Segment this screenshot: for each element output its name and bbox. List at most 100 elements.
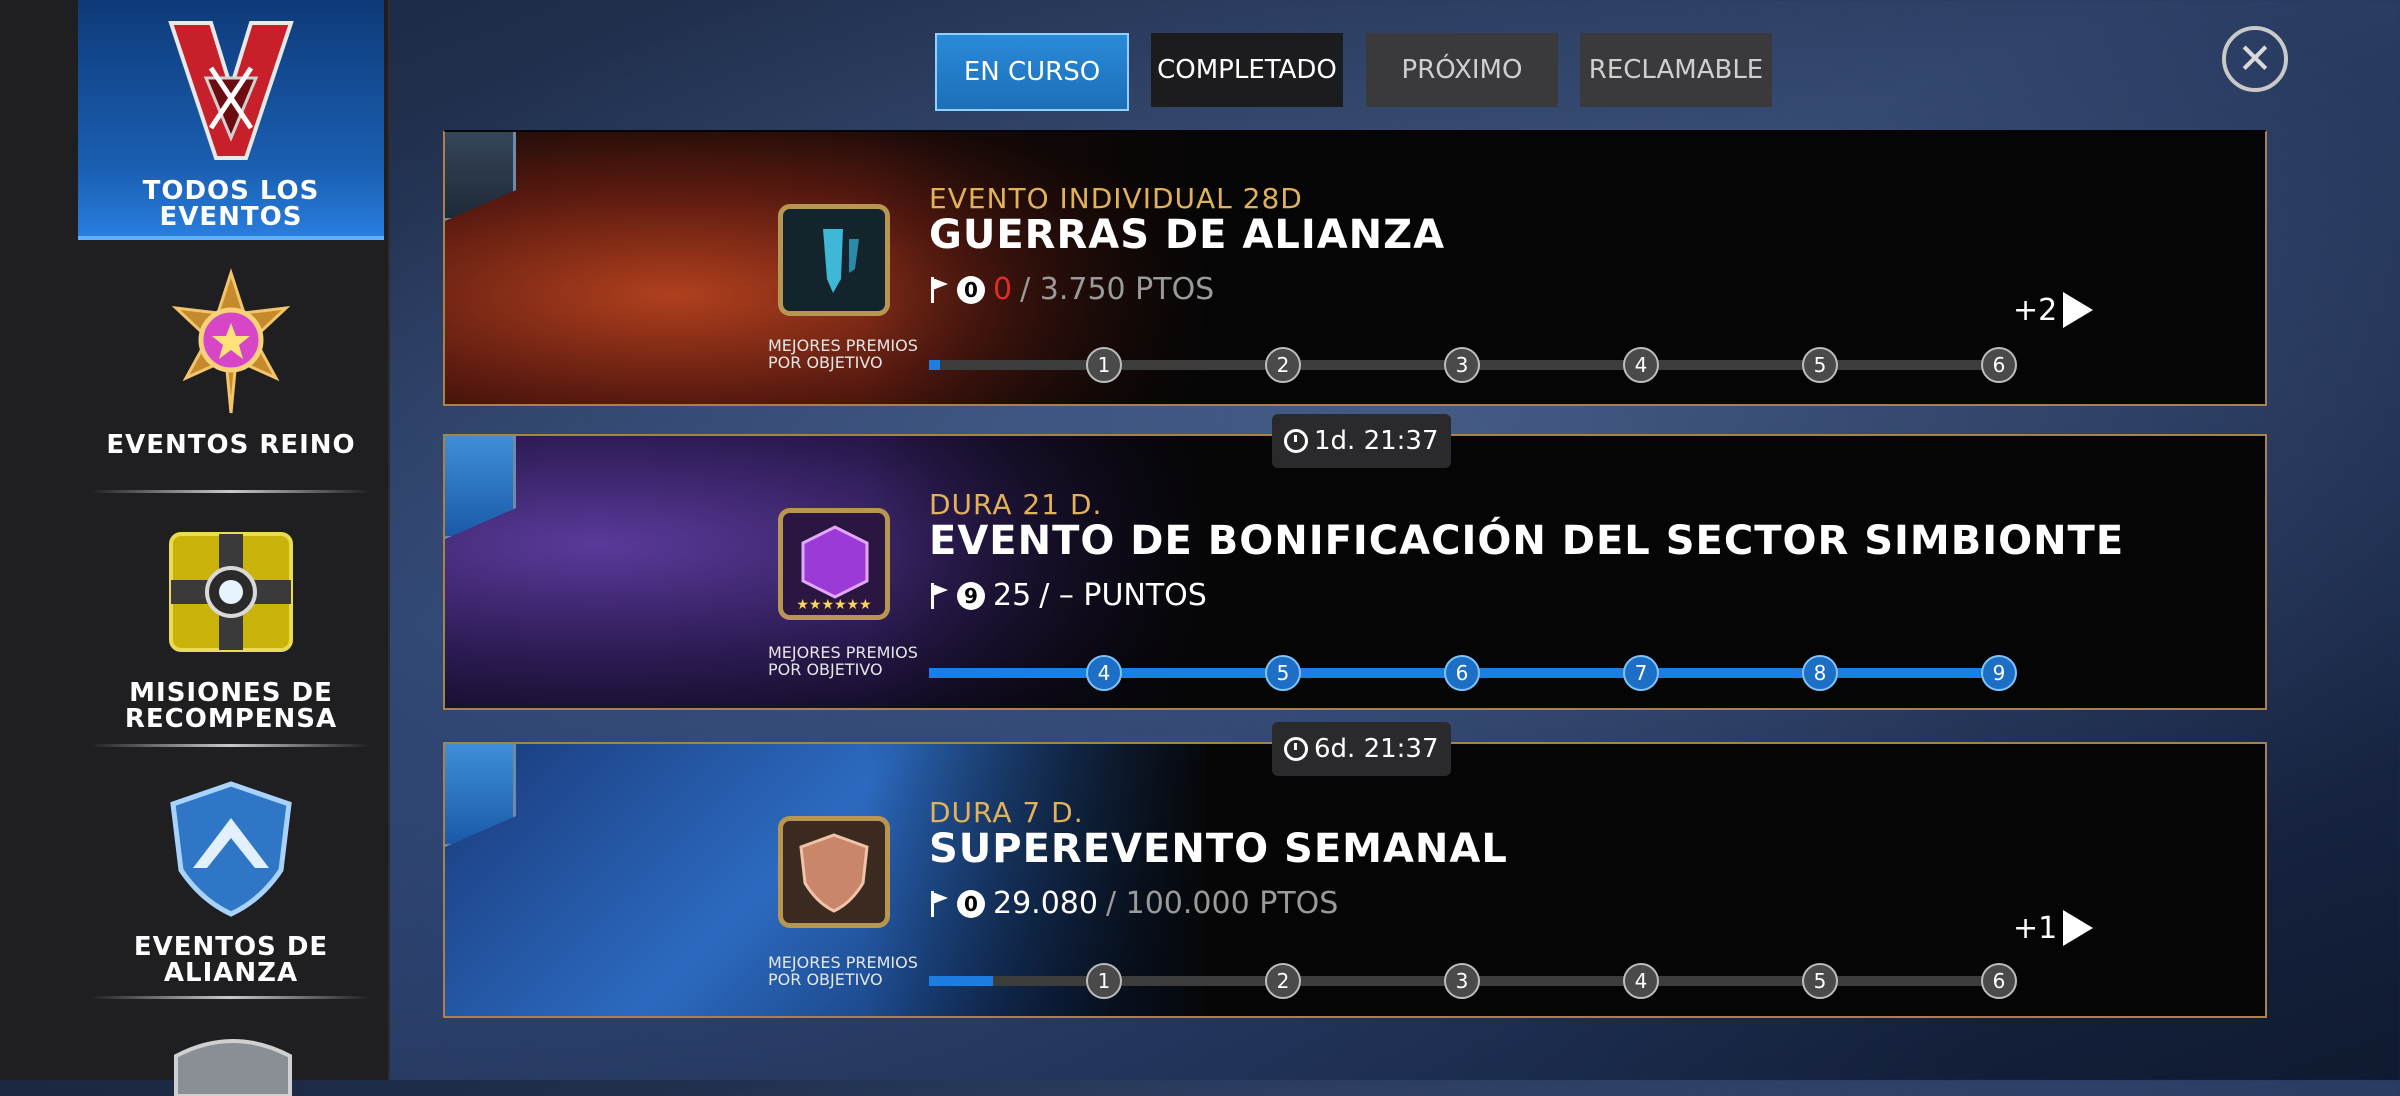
milestone-node[interactable]: 6 bbox=[1444, 655, 1480, 691]
clock-icon bbox=[1284, 737, 1308, 761]
milestone-node[interactable]: 9 bbox=[1981, 655, 2017, 691]
clock-icon bbox=[1284, 429, 1308, 453]
sidebar-item-eventos-reino[interactable]: EVENTOS REINO bbox=[78, 268, 384, 468]
close-button[interactable]: ✕ bbox=[2222, 26, 2288, 92]
tab-label: PRÓXIMO bbox=[1401, 55, 1523, 85]
sidebar-item-label: EVENTOS bbox=[159, 202, 303, 232]
milestone-node[interactable]: 4 bbox=[1086, 655, 1122, 691]
flag-icon bbox=[929, 890, 949, 917]
tab-reclamable[interactable]: RECLAMABLE bbox=[1580, 33, 1772, 107]
milestone-node[interactable]: 5 bbox=[1802, 347, 1838, 383]
play-arrow-icon bbox=[2063, 910, 2094, 946]
score-target: / 3.750 PTOS bbox=[1020, 272, 1215, 307]
reward-caption: MEJORES PREMIOS bbox=[768, 953, 918, 972]
alliance-shield-icon bbox=[170, 781, 292, 917]
play-arrow-icon bbox=[2063, 292, 2094, 328]
points-coin-icon: 0 bbox=[957, 889, 985, 918]
sidebar-item-eventos-de-alianza[interactable]: EVENTOS DE ALIANZA bbox=[78, 778, 384, 998]
milestone-track: 1 2 3 4 5 6 bbox=[929, 347, 2017, 383]
tab-label: EN CURSO bbox=[963, 57, 1101, 87]
points-coin-icon: 0 bbox=[957, 275, 985, 304]
sidebar: TODOS LOS EVENTOS EVENTOS REINO MISIONES… bbox=[0, 0, 390, 1096]
event-title: GUERRAS DE ALIANZA bbox=[929, 212, 1446, 258]
score-current: 25 bbox=[993, 578, 1032, 613]
event-score: 0 29.080 / 100.000 PTOS bbox=[929, 886, 1338, 921]
crystal-shard-icon bbox=[823, 229, 859, 293]
sidebar-item-label: EVENTOS REINO bbox=[106, 430, 356, 460]
tab-completado[interactable]: COMPLETADO bbox=[1151, 33, 1343, 107]
milestone-node[interactable]: 8 bbox=[1802, 655, 1838, 691]
milestone-node[interactable]: 3 bbox=[1444, 963, 1480, 999]
milestone-node[interactable]: 3 bbox=[1444, 347, 1480, 383]
more-count: +2 bbox=[2013, 292, 2058, 328]
helmet-icon[interactable] bbox=[168, 1036, 298, 1096]
reward-crystal-icon[interactable]: ★★★★★★ bbox=[778, 508, 890, 620]
reward-caption: MEJORES PREMIOS bbox=[768, 336, 918, 355]
divider bbox=[90, 744, 370, 747]
milestone-track: 1 2 3 4 5 6 bbox=[929, 963, 2017, 999]
event-title: EVENTO DE BONIFICACIÓN DEL SECTOR SIMBIO… bbox=[929, 518, 2125, 564]
event-subtitle: EVENTO INDIVIDUAL 28D bbox=[929, 182, 1303, 215]
sidebar-item-todos-los-eventos[interactable]: TODOS LOS EVENTOS bbox=[78, 0, 384, 240]
score-current: 0 bbox=[993, 272, 1013, 307]
milestone-node[interactable]: 5 bbox=[1265, 655, 1301, 691]
v-crest-icon bbox=[168, 21, 294, 160]
tab-label: COMPLETADO bbox=[1157, 55, 1337, 85]
more-rewards-button[interactable]: +1 bbox=[2013, 910, 2094, 946]
reward-caption: POR OBJETIVO bbox=[768, 353, 883, 372]
more-rewards-button[interactable]: +2 bbox=[2013, 292, 2094, 328]
event-subtitle: DURA 7 D. bbox=[929, 796, 1084, 829]
sidebar-item-label: MISIONES DE bbox=[129, 678, 333, 708]
tab-en-curso[interactable]: EN CURSO bbox=[935, 33, 1129, 111]
timer-text: 1d. 21:37 bbox=[1314, 426, 1439, 456]
event-score: 9 25 / – PUNTOS bbox=[929, 578, 1207, 613]
reward-caption: MEJORES PREMIOS bbox=[768, 643, 918, 662]
tab-label: RECLAMABLE bbox=[1588, 55, 1764, 85]
event-title: SUPEREVENTO SEMANAL bbox=[929, 826, 1508, 872]
milestone-node[interactable]: 1 bbox=[1086, 347, 1122, 383]
divider bbox=[90, 490, 370, 493]
sidebar-item-label: TODOS LOS bbox=[142, 176, 320, 206]
star-medal-icon bbox=[171, 268, 291, 414]
sidebar-item-label: ALIANZA bbox=[163, 958, 299, 988]
reward-crystal-icon[interactable] bbox=[778, 204, 890, 316]
event-card-superevento-semanal[interactable]: MEJORES PREMIOS POR OBJETIVO DURA 7 D. S… bbox=[443, 742, 2267, 1018]
progress-fill bbox=[929, 976, 994, 986]
milestone-node[interactable]: 7 bbox=[1623, 655, 1659, 691]
milestone-track: 4 5 6 7 8 9 bbox=[929, 655, 2017, 691]
more-count: +1 bbox=[2013, 910, 2058, 946]
divider bbox=[90, 996, 370, 999]
milestone-node[interactable]: 5 bbox=[1802, 963, 1838, 999]
sidebar-item-label: EVENTOS DE bbox=[133, 932, 329, 962]
milestone-node[interactable]: 6 bbox=[1981, 347, 2017, 383]
score-current: 29.080 bbox=[993, 886, 1098, 921]
reward-crate-icon bbox=[169, 532, 293, 652]
svg-text:★★★★★★: ★★★★★★ bbox=[796, 597, 871, 613]
points-coin-icon: 9 bbox=[957, 581, 985, 610]
event-score: 0 0 / 3.750 PTOS bbox=[929, 272, 1214, 307]
event-card-guerras-de-alianza[interactable]: MEJORES PREMIOS POR OBJETIVO EVENTO INDI… bbox=[443, 130, 2267, 406]
reward-caption: POR OBJETIVO bbox=[768, 970, 883, 989]
event-timer: 1d. 21:37 bbox=[1272, 414, 1451, 468]
reward-caption: POR OBJETIVO bbox=[768, 660, 883, 679]
event-timer: 6d. 21:37 bbox=[1272, 722, 1451, 776]
flag-icon bbox=[929, 582, 949, 609]
sidebar-item-label: RECOMPENSA bbox=[124, 704, 338, 734]
score-target: / – PUNTOS bbox=[1039, 578, 1207, 613]
timer-text: 6d. 21:37 bbox=[1314, 734, 1439, 764]
sidebar-item-misiones-de-recompensa[interactable]: MISIONES DE RECOMPENSA bbox=[78, 522, 384, 742]
milestone-node[interactable]: 4 bbox=[1623, 963, 1659, 999]
purple-crystal-icon: ★★★★★★ bbox=[796, 525, 872, 613]
milestone-node[interactable]: 2 bbox=[1265, 963, 1301, 999]
score-target: / 100.000 PTOS bbox=[1105, 886, 1339, 921]
reward-shield-icon[interactable] bbox=[778, 816, 890, 928]
milestone-node[interactable]: 1 bbox=[1086, 963, 1122, 999]
milestone-node[interactable]: 6 bbox=[1981, 963, 2017, 999]
event-card-sector-simbionte[interactable]: ★★★★★★ MEJORES PREMIOS POR OBJETIVO DURA… bbox=[443, 434, 2267, 710]
tab-proximo[interactable]: PRÓXIMO bbox=[1366, 33, 1558, 107]
milestone-node[interactable]: 4 bbox=[1623, 347, 1659, 383]
flag-icon bbox=[929, 276, 949, 303]
close-icon: ✕ bbox=[2237, 34, 2273, 83]
milestone-node[interactable]: 2 bbox=[1265, 347, 1301, 383]
progress-fill bbox=[929, 360, 940, 370]
